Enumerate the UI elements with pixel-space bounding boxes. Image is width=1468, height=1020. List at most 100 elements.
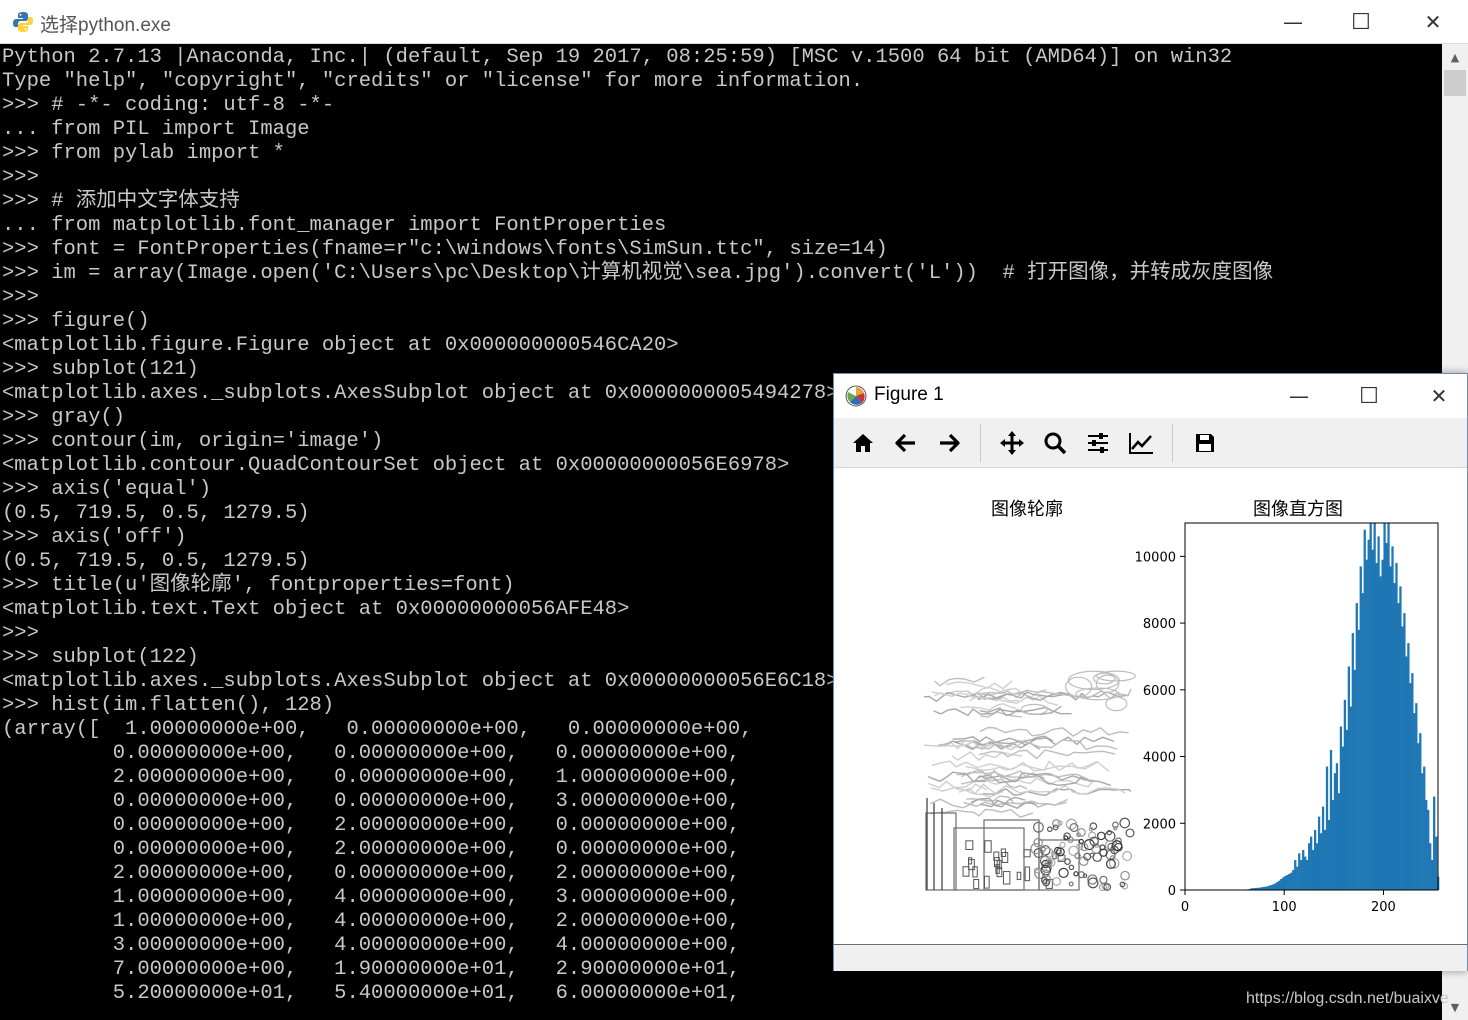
contour-line bbox=[1078, 838, 1084, 845]
contour-line bbox=[983, 819, 1040, 891]
histogram-bar bbox=[1282, 877, 1285, 890]
histogram-bar bbox=[1385, 543, 1388, 890]
console-close-button[interactable]: ✕ bbox=[1398, 0, 1468, 44]
histogram-bar bbox=[1401, 626, 1404, 890]
console-line: >>> font = FontProperties(fname=r"c:\win… bbox=[2, 238, 888, 261]
console-line: >>> bbox=[2, 286, 39, 309]
histogram-bar bbox=[1317, 816, 1321, 890]
contour-line bbox=[1064, 858, 1071, 865]
figure-minimize-button[interactable]: — bbox=[1264, 374, 1334, 418]
histogram-bar bbox=[1361, 593, 1364, 890]
histogram-bar bbox=[1333, 773, 1337, 890]
close-icon: ✕ bbox=[1424, 10, 1442, 34]
histogram-bar bbox=[1335, 763, 1339, 890]
contour-line bbox=[1120, 870, 1130, 881]
toolbar-back-button[interactable] bbox=[891, 428, 921, 458]
histogram-bar bbox=[1343, 699, 1347, 890]
histogram-bar bbox=[1319, 833, 1323, 890]
console-maximize-button[interactable]: ☐ bbox=[1326, 0, 1396, 44]
figure-window: Figure 1 — ☐ ✕ 图像轮廓 图像直方图 0 2000 4000 60… bbox=[833, 373, 1468, 971]
console-line: 5.20000000e+01, 5.40000000e+01, 6.000000… bbox=[2, 982, 741, 1005]
floppy-disk-icon bbox=[1196, 434, 1214, 452]
histogram-y-ticks: 0 2000 4000 6000 8000 10000 bbox=[1135, 550, 1185, 899]
histogram-bar bbox=[1321, 806, 1325, 890]
contour-line bbox=[984, 840, 992, 853]
arrow-right-icon bbox=[940, 433, 960, 453]
histogram-bar bbox=[1284, 875, 1287, 890]
histogram-bar bbox=[1365, 559, 1368, 890]
histogram-bar bbox=[1270, 884, 1273, 890]
histogram-bar bbox=[1423, 766, 1426, 890]
contour-line bbox=[1125, 828, 1135, 838]
contour-line bbox=[1099, 875, 1108, 884]
histogram-bar bbox=[1371, 549, 1374, 890]
histogram-bar bbox=[1379, 576, 1382, 890]
toolbar-save-button[interactable] bbox=[1190, 428, 1220, 458]
figure-maximize-button[interactable]: ☐ bbox=[1334, 374, 1404, 418]
console-line: Type "help", "copyright", "credits" or "… bbox=[2, 70, 864, 93]
toolbar-configure-subplots-button[interactable] bbox=[1083, 428, 1113, 458]
histogram-bar bbox=[1274, 883, 1277, 890]
maximize-icon: ☐ bbox=[1359, 383, 1379, 409]
scroll-up-icon[interactable]: ▲ bbox=[1442, 44, 1468, 70]
contour-line bbox=[1068, 864, 1075, 871]
histogram-bar bbox=[1345, 729, 1349, 890]
contour-line bbox=[1033, 837, 1043, 848]
contour-line bbox=[946, 680, 1013, 690]
figure-titlebar: Figure 1 — ☐ ✕ bbox=[834, 374, 1467, 418]
y-tick-label: 4000 bbox=[1143, 751, 1176, 766]
contour-line bbox=[1052, 877, 1061, 886]
console-minimize-button[interactable]: — bbox=[1258, 0, 1328, 44]
contour-line bbox=[983, 875, 990, 889]
histogram-bar bbox=[1315, 843, 1319, 890]
contour-line bbox=[925, 812, 957, 891]
histogram-bar bbox=[1292, 869, 1295, 890]
histogram-bar bbox=[1300, 859, 1303, 890]
histogram-bar bbox=[1357, 629, 1360, 890]
contour-line bbox=[1046, 826, 1053, 833]
move-icon bbox=[1000, 431, 1024, 455]
minimize-icon: — bbox=[1289, 384, 1309, 408]
histogram-bar bbox=[1311, 849, 1315, 890]
toolbar-home-button[interactable] bbox=[848, 428, 878, 458]
toolbar-edit-axis-button[interactable] bbox=[1126, 428, 1156, 458]
histogram-bar bbox=[1409, 683, 1412, 890]
histogram-bar bbox=[1294, 859, 1297, 890]
histogram-x-ticks: 0 100 200 bbox=[1181, 890, 1396, 915]
toolbar-forward-button[interactable] bbox=[934, 428, 964, 458]
x-tick-label: 100 bbox=[1272, 900, 1297, 915]
contour-line bbox=[965, 761, 1110, 772]
scrollbar-thumb[interactable] bbox=[1444, 70, 1466, 96]
histogram-bar bbox=[1351, 633, 1354, 890]
histogram-bar bbox=[1331, 799, 1335, 890]
histogram-bar bbox=[1387, 523, 1390, 890]
contour-line bbox=[1122, 851, 1133, 862]
arrow-left-icon bbox=[895, 433, 915, 453]
console-line: >>> im = array(Image.open('C:\Users\pc\D… bbox=[2, 262, 1274, 285]
console-line: >>> figure() bbox=[2, 310, 150, 333]
histogram-bar bbox=[1381, 559, 1384, 890]
maximize-icon: ☐ bbox=[1351, 9, 1371, 35]
contour-line bbox=[1058, 867, 1069, 879]
toolbar-zoom-button[interactable] bbox=[1040, 428, 1070, 458]
histogram-bar bbox=[1373, 523, 1376, 890]
figure-svg: 图像轮廓 图像直方图 0 2000 4000 6000 8000 10000 0 100 20… bbox=[923, 499, 1440, 915]
toolbar-pan-button[interactable] bbox=[997, 428, 1027, 458]
histogram-bar bbox=[1393, 583, 1396, 890]
histogram-bar bbox=[1337, 793, 1341, 890]
histogram-bar bbox=[1427, 809, 1430, 890]
watermark: https://blog.csdn.net/buaixve bbox=[1246, 990, 1449, 1007]
histogram-bar bbox=[1272, 884, 1275, 890]
histogram-bar bbox=[1306, 859, 1309, 890]
contour-line bbox=[1016, 871, 1022, 881]
contour-line bbox=[1068, 845, 1079, 857]
console-line: >>> # -*- coding: utf-8 -*- bbox=[2, 94, 335, 117]
contour-line bbox=[1119, 817, 1131, 829]
histogram-title: 图像直方图 bbox=[1253, 499, 1343, 520]
figure-close-button[interactable]: ✕ bbox=[1404, 374, 1468, 418]
contour-line bbox=[1096, 831, 1106, 841]
figure-canvas[interactable]: 图像轮廓 图像直方图 0 2000 4000 6000 8000 10000 0 100 20… bbox=[834, 468, 1467, 944]
histogram-bar bbox=[1339, 726, 1343, 890]
console-line: Python 2.7.13 |Anaconda, Inc.| (default,… bbox=[2, 46, 1233, 69]
histogram-bar bbox=[1377, 536, 1380, 890]
